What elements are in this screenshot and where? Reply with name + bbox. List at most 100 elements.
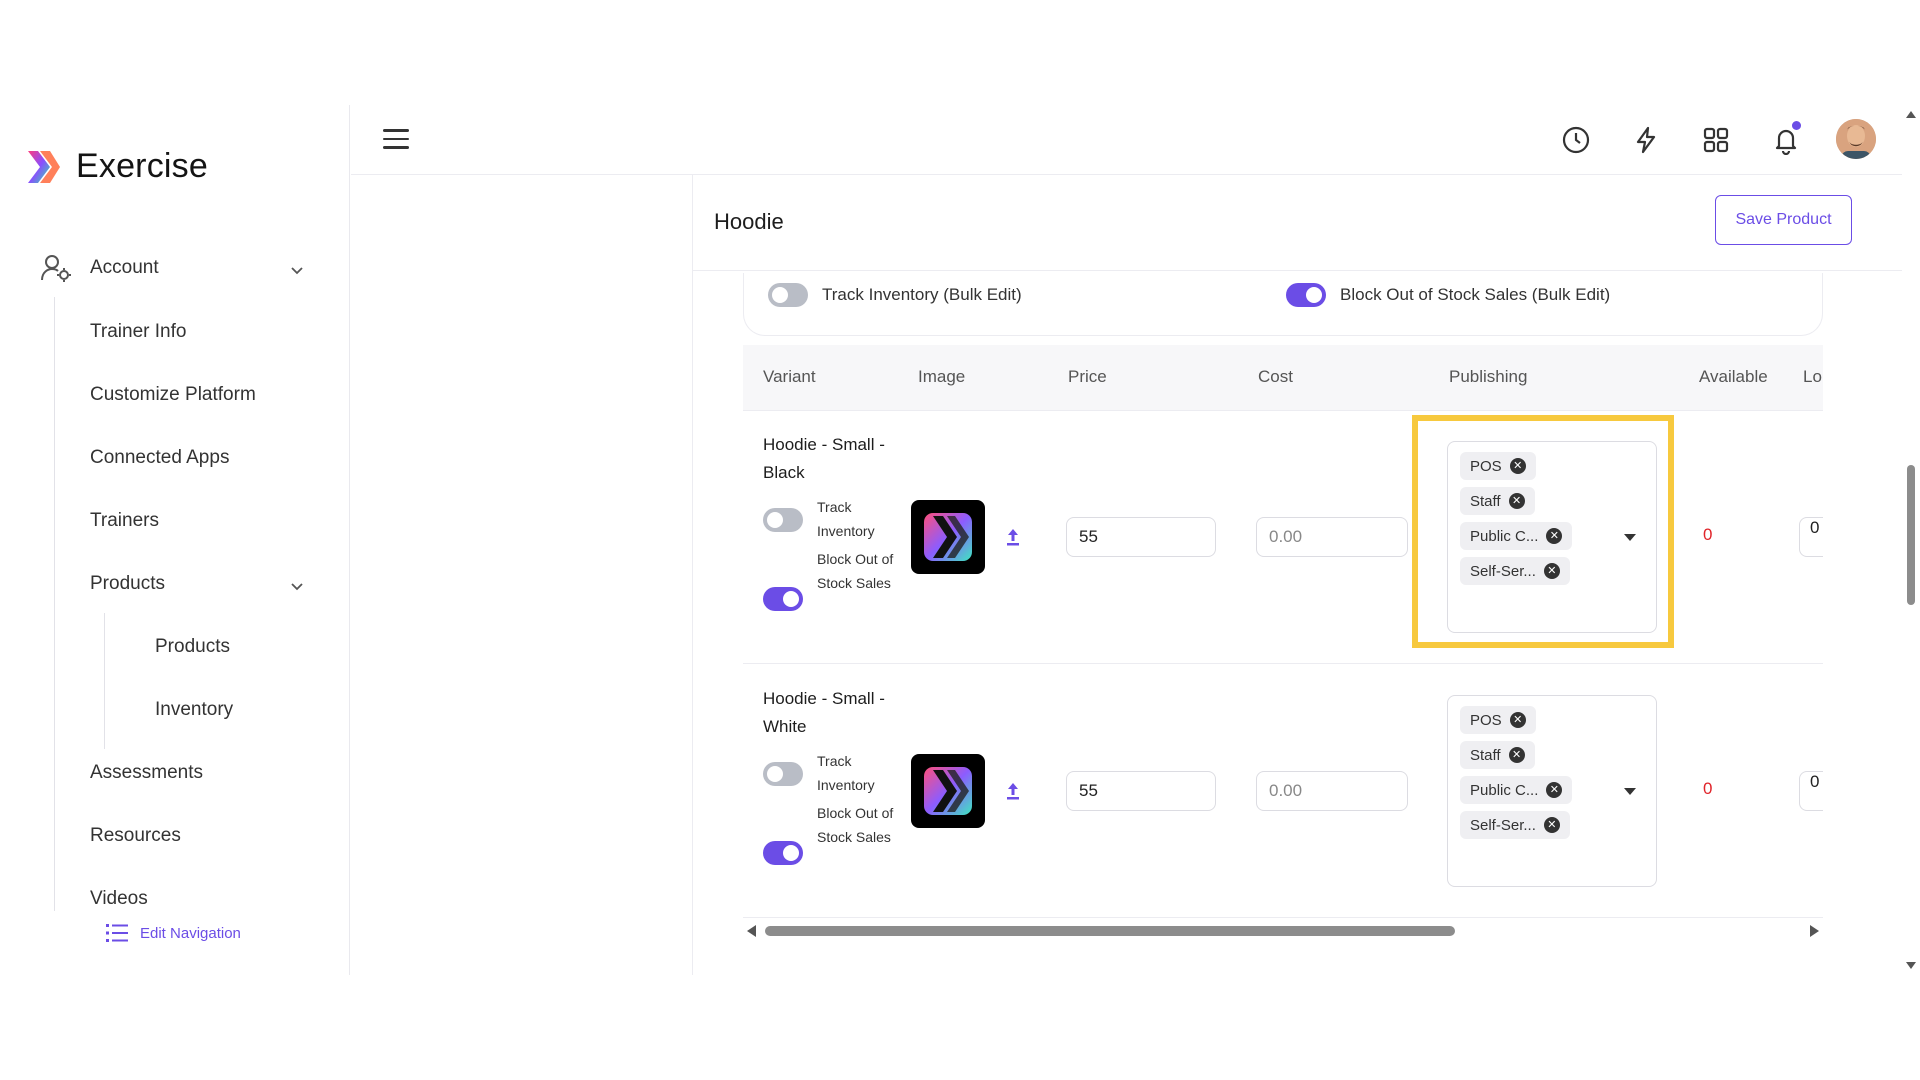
avatar-portrait-icon	[1836, 119, 1876, 159]
track-inventory-bulk-toggle[interactable]	[768, 283, 808, 307]
block-sales-bulk-label: Block Out of Stock Sales (Bulk Edit)	[1340, 285, 1611, 304]
remove-chip-icon[interactable]: ✕	[1509, 712, 1526, 728]
vertical-scroll-thumb[interactable]	[1907, 465, 1915, 605]
column-header-lo: Lo	[1803, 367, 1822, 386]
remove-chip-icon[interactable]: ✕	[1546, 528, 1563, 544]
chip-label: Staff	[1470, 492, 1501, 510]
table-row: Hoodie - Small - Black Track Inventory B…	[743, 411, 1823, 664]
lo-input[interactable]: 0	[1799, 771, 1823, 811]
sidebar-item-trainers[interactable]: Trainers	[90, 510, 159, 532]
sidebar-item-connected-apps[interactable]: Connected Apps	[90, 447, 229, 469]
product-editor-panel: Hoodie Save Product Track Inventory (Bul…	[692, 175, 1903, 975]
save-product-button[interactable]: Save Product	[1715, 195, 1852, 245]
notifications-button[interactable]	[1771, 121, 1801, 156]
sidebar-item-videos[interactable]: Videos	[90, 888, 148, 910]
publishing-chip: Staff ✕	[1460, 741, 1535, 769]
bulk-block-sales: Block Out of Stock Sales (Bulk Edit)	[1286, 283, 1610, 307]
publishing-chip: Self-Ser... ✕	[1460, 557, 1570, 585]
sidebar-item-resources[interactable]: Resources	[90, 825, 181, 847]
variant-image-thumbnail[interactable]	[911, 754, 985, 828]
price-input[interactable]	[1066, 517, 1216, 557]
variant-image-thumbnail[interactable]	[911, 500, 985, 574]
track-inventory-toggle[interactable]	[763, 762, 803, 786]
upload-icon[interactable]	[1005, 781, 1021, 801]
chip-label: Public C...	[1470, 527, 1539, 545]
track-inventory-label: Track Inventory	[817, 753, 875, 793]
column-header-image: Image	[918, 367, 966, 386]
chip-label: Self-Ser...	[1470, 816, 1536, 834]
table-row: Hoodie - Small - White Track Inventory B…	[743, 665, 1823, 918]
brand-name: Exercise	[76, 147, 208, 185]
publishing-chip: Public C... ✕	[1460, 776, 1573, 804]
sidebar-item-customize-platform[interactable]: Customize Platform	[90, 384, 256, 406]
hamburger-menu-icon[interactable]	[383, 129, 409, 151]
edit-navigation-label: Edit Navigation	[140, 924, 241, 942]
column-header-price: Price	[1068, 367, 1107, 386]
dropdown-caret-icon[interactable]	[1624, 534, 1636, 541]
publishing-chip: POS ✕	[1460, 452, 1536, 480]
page-vertical-scrollbar[interactable]	[1902, 105, 1920, 975]
sidebar-item-trainer-info[interactable]: Trainer Info	[90, 321, 186, 343]
chevron-down-icon[interactable]	[290, 579, 304, 593]
edit-navigation-link[interactable]: Edit Navigation	[106, 923, 241, 943]
remove-chip-icon[interactable]: ✕	[1543, 817, 1560, 833]
available-count: 0	[1703, 525, 1713, 544]
lo-input[interactable]: 0	[1799, 517, 1823, 557]
column-header-available: Available	[1699, 367, 1768, 386]
remove-chip-icon[interactable]: ✕	[1546, 782, 1563, 798]
user-gear-icon	[41, 255, 71, 282]
sidebar-item-products[interactable]: Products	[90, 573, 165, 595]
available-count: 0	[1703, 779, 1713, 798]
sidebar: Exercise Account Trainer Info Customize …	[0, 105, 350, 975]
chip-label: Public C...	[1470, 781, 1539, 799]
horizontal-scrollbar[interactable]	[743, 921, 1823, 943]
track-inventory-bulk-label: Track Inventory (Bulk Edit)	[822, 285, 1022, 304]
remove-chip-icon[interactable]: ✕	[1508, 493, 1525, 509]
scroll-down-arrow-icon[interactable]	[1906, 962, 1916, 969]
product-title: Hoodie	[714, 209, 784, 234]
avatar[interactable]	[1836, 119, 1876, 159]
apps-grid-icon[interactable]	[1701, 125, 1731, 155]
scroll-left-arrow-icon[interactable]	[747, 925, 756, 937]
dropdown-caret-icon[interactable]	[1624, 788, 1636, 795]
horizontal-scroll-thumb[interactable]	[765, 926, 1455, 936]
sidebar-subitem-inventory[interactable]: Inventory	[155, 699, 233, 721]
scroll-up-arrow-icon[interactable]	[1906, 111, 1916, 118]
block-sales-label: Block Out of Stock Sales	[817, 551, 894, 591]
sidebar-item-account[interactable]: Account	[40, 253, 159, 283]
top-bar	[351, 105, 1902, 175]
variants-table: Variant Image Price Cost Publishing Avai…	[743, 345, 1823, 931]
block-sales-bulk-toggle[interactable]	[1286, 283, 1326, 307]
column-header-cost: Cost	[1258, 367, 1293, 386]
remove-chip-icon[interactable]: ✕	[1509, 458, 1526, 474]
cost-input[interactable]	[1256, 517, 1408, 557]
product-header: Hoodie Save Product	[693, 175, 1903, 271]
chevron-down-icon[interactable]	[290, 263, 304, 277]
track-inventory-toggle[interactable]	[763, 508, 803, 532]
sidebar-item-assessments[interactable]: Assessments	[90, 762, 203, 784]
remove-chip-icon[interactable]: ✕	[1508, 747, 1525, 763]
cost-input[interactable]	[1256, 771, 1408, 811]
block-sales-toggle[interactable]	[763, 587, 803, 611]
app-window: Exercise Account Trainer Info Customize …	[0, 105, 1903, 975]
bolt-icon[interactable]	[1631, 125, 1661, 155]
chip-label: Self-Ser...	[1470, 562, 1536, 580]
chip-label: Staff	[1470, 746, 1501, 764]
column-header-publishing: Publishing	[1449, 367, 1528, 386]
scroll-right-arrow-icon[interactable]	[1810, 925, 1819, 937]
variant-image	[924, 767, 972, 815]
notification-dot	[1792, 121, 1801, 130]
variant-name: Hoodie - Small - Black	[763, 435, 885, 482]
sidebar-subitem-products[interactable]: Products	[155, 636, 230, 658]
publishing-multiselect[interactable]: POS ✕ Staff ✕ Public C... ✕ Self-Ser... …	[1447, 695, 1657, 887]
block-sales-label: Block Out of Stock Sales	[817, 805, 894, 845]
nav-sub-divider-line	[104, 613, 105, 749]
price-input[interactable]	[1066, 771, 1216, 811]
block-sales-toggle[interactable]	[763, 841, 803, 865]
publishing-multiselect[interactable]: POS ✕ Staff ✕ Public C... ✕ Self-Ser... …	[1447, 441, 1657, 633]
chip-label: POS	[1470, 457, 1502, 475]
brand[interactable]: Exercise	[24, 147, 208, 186]
remove-chip-icon[interactable]: ✕	[1543, 563, 1560, 579]
upload-icon[interactable]	[1005, 527, 1021, 547]
history-icon[interactable]	[1561, 125, 1591, 155]
